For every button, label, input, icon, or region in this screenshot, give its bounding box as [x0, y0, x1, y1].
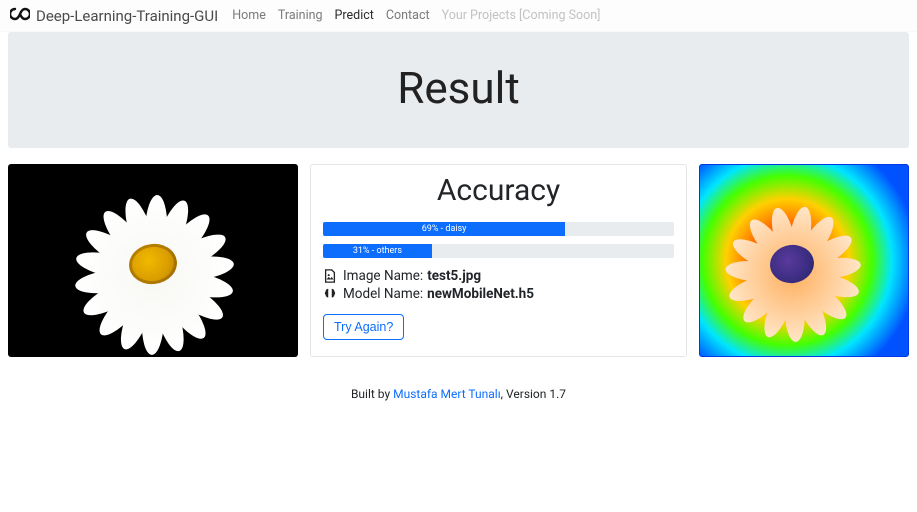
progress-others: 31% - others: [323, 244, 674, 258]
brand[interactable]: Deep-Learning-Training-GUI: [10, 6, 218, 25]
brain-icon: [323, 287, 337, 301]
footer: Built by Mustafa Mert Tunalı, Version 1.…: [0, 387, 917, 401]
nav-links: Home Training Predict Contact Your Proje…: [226, 8, 606, 23]
result-row: Accuracy 69% - daisy 31% - others Image …: [0, 164, 917, 357]
image-name-line: Image Name: test5.jpg: [323, 268, 674, 284]
page-title: Result: [18, 62, 899, 114]
footer-author-link[interactable]: Mustafa Mert Tunalı: [393, 387, 501, 401]
try-again-button[interactable]: Try Again?: [323, 314, 404, 340]
image-icon: [323, 269, 337, 283]
model-name-label: Model Name:: [343, 286, 423, 302]
progress-bar-daisy: 69% - daisy: [323, 222, 565, 236]
model-name-line: Model Name: newMobileNet.h5: [323, 286, 674, 302]
accuracy-panel: Accuracy 69% - daisy 31% - others Image …: [310, 164, 687, 357]
nav-training[interactable]: Training: [272, 8, 329, 23]
brand-label: Deep-Learning-Training-GUI: [36, 7, 218, 25]
nav-predict[interactable]: Predict: [329, 8, 380, 23]
nav-projects: Your Projects [Coming Soon]: [436, 8, 607, 23]
jumbotron: Result: [8, 32, 909, 148]
nav-contact[interactable]: Contact: [380, 8, 436, 23]
infinity-icon: [10, 6, 30, 25]
progress-daisy: 69% - daisy: [323, 222, 674, 236]
heatmap-daisy-illustration: [700, 165, 908, 356]
image-name-label: Image Name:: [343, 268, 423, 284]
footer-built-by: Built by: [351, 387, 393, 401]
progress-bar-others: 31% - others: [323, 244, 432, 258]
input-image: [8, 164, 298, 357]
image-name-value: test5.jpg: [427, 268, 481, 284]
model-name-value: newMobileNet.h5: [427, 286, 534, 302]
footer-version: , Version 1.7: [501, 387, 566, 401]
nav-home[interactable]: Home: [226, 8, 272, 23]
heatmap-image: [699, 164, 909, 357]
daisy-illustration: [9, 165, 297, 356]
navbar: Deep-Learning-Training-GUI Home Training…: [0, 0, 917, 32]
accuracy-title: Accuracy: [323, 173, 674, 208]
